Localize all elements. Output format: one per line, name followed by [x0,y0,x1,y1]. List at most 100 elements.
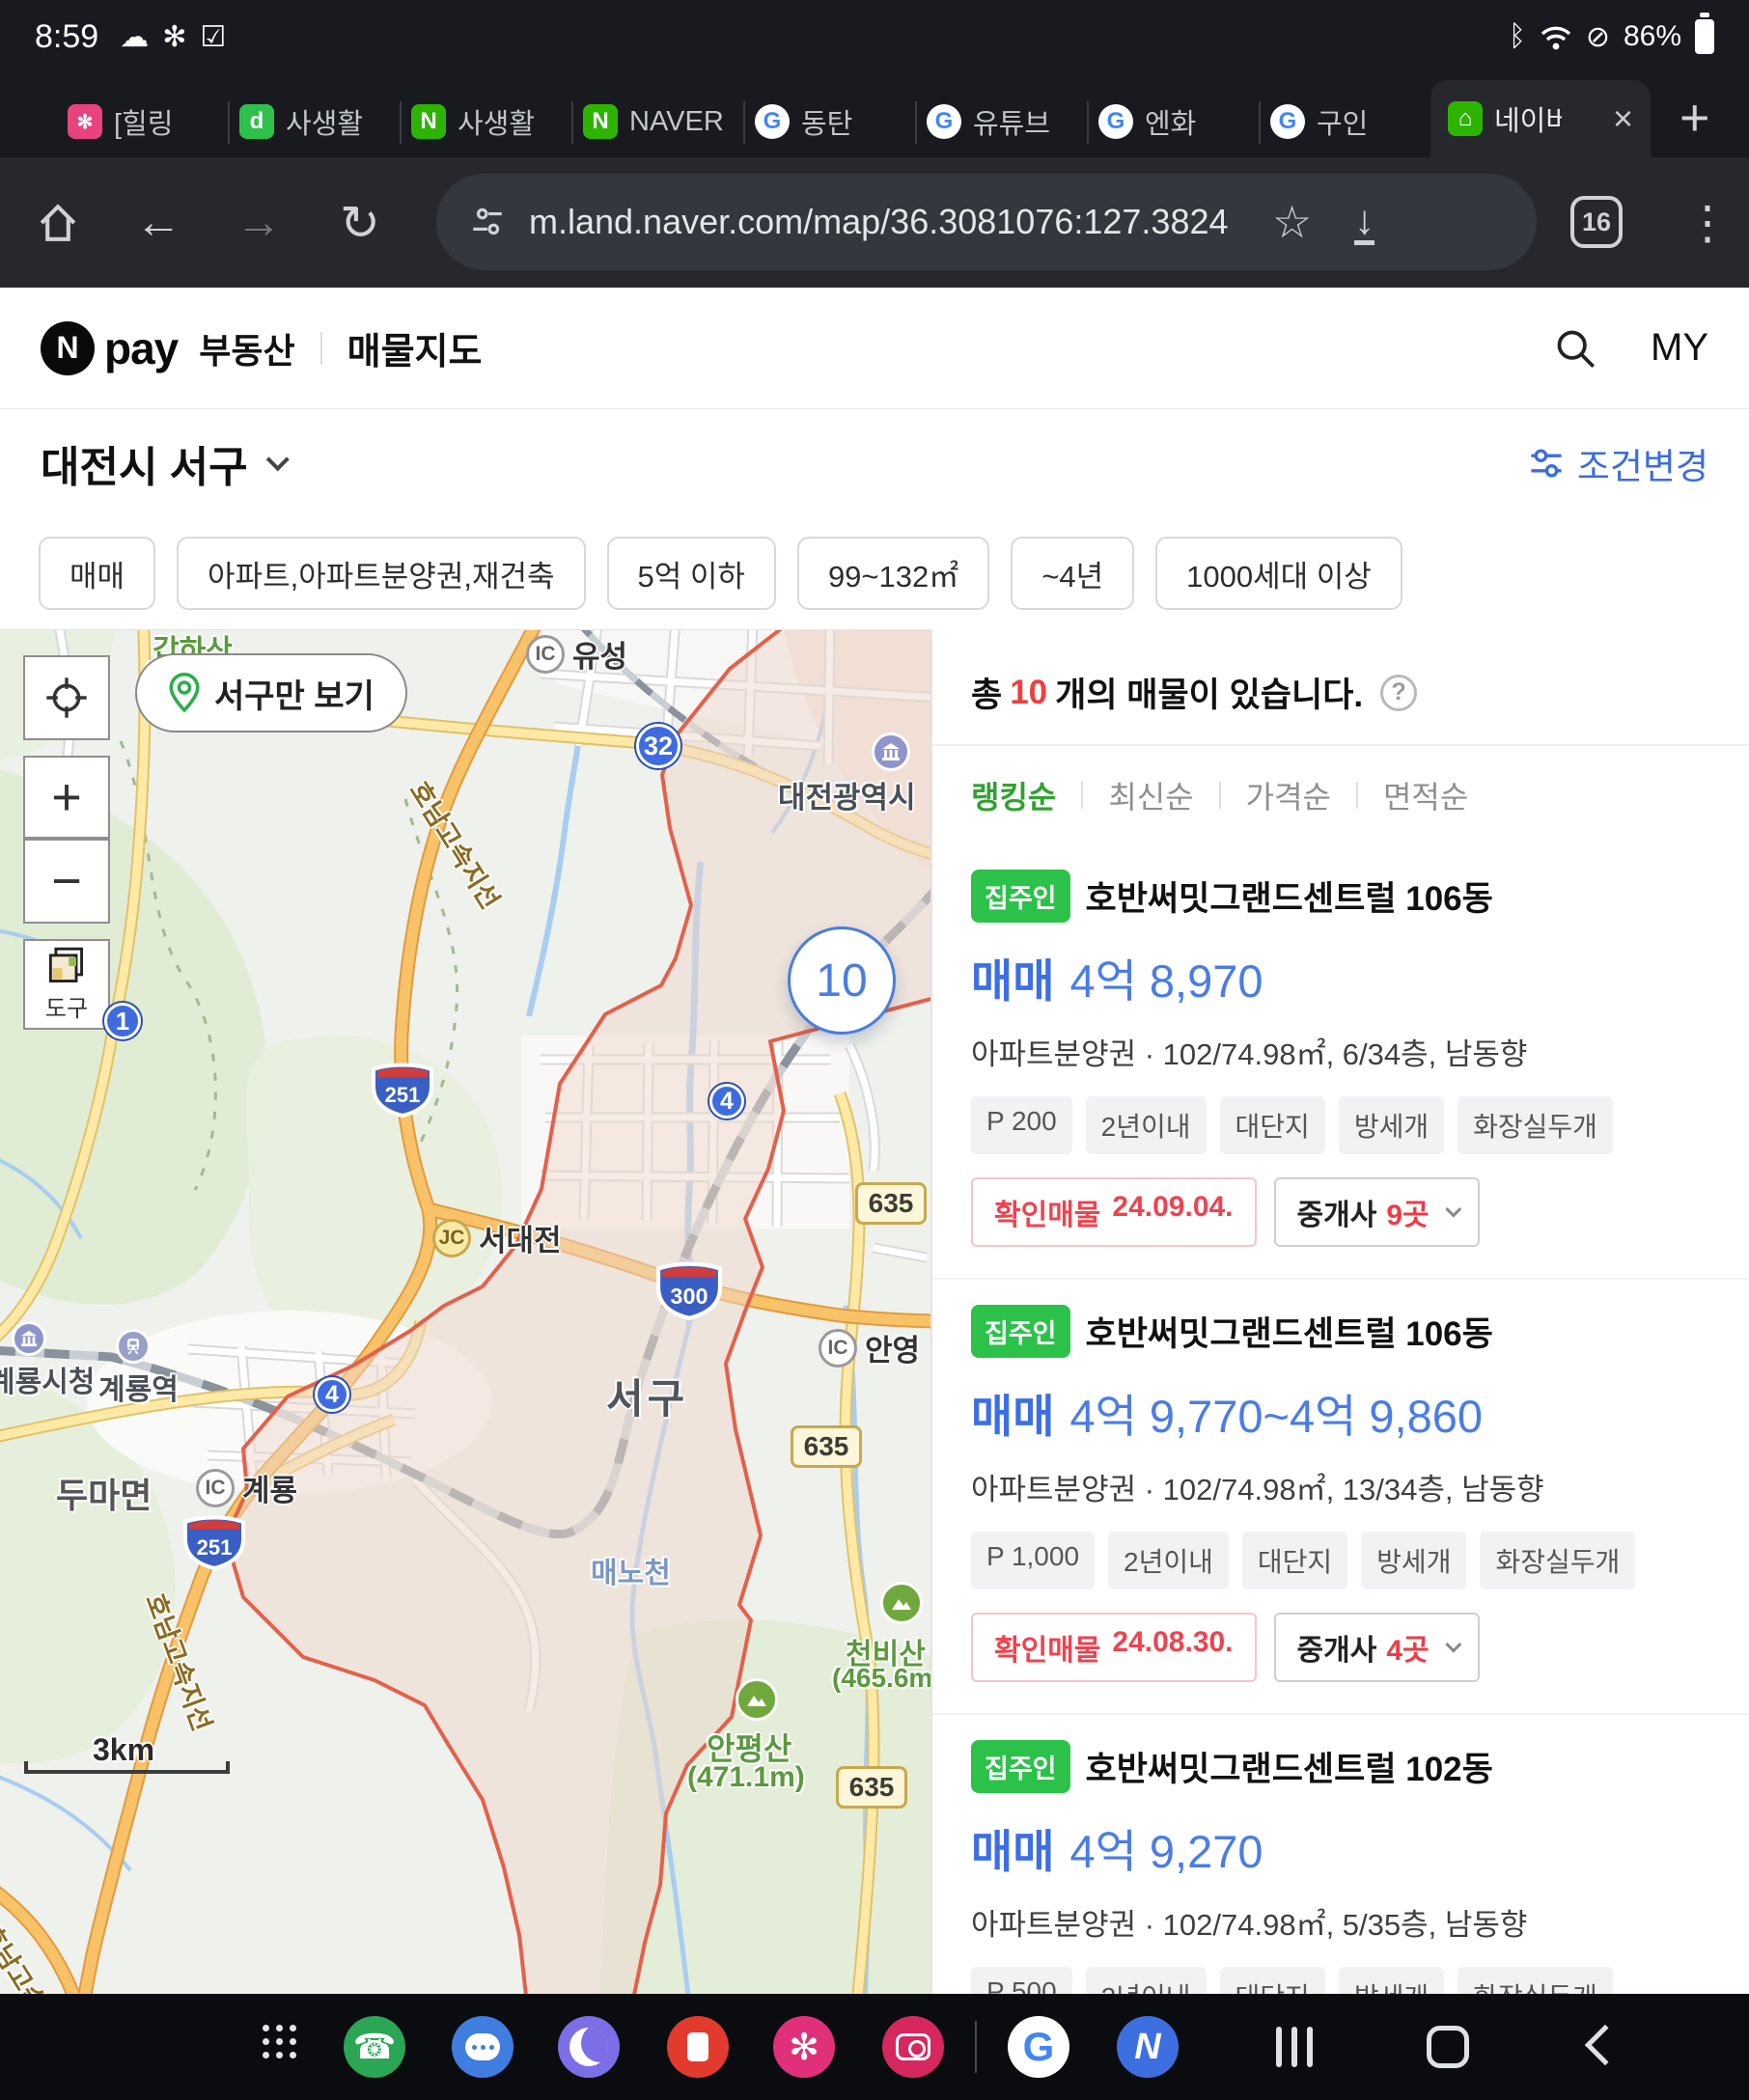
sort-newest[interactable]: 최신순 [1108,773,1193,817]
tag: P 500 [971,1967,1072,1994]
google-app-icon[interactable]: G [1008,2016,1069,2078]
samsung-internet-app-icon[interactable] [558,2016,620,2078]
listings-panel: 총 10 개의 매물이 있습니다. ? 랭킹순 최신순 가격순 면적순 집주인 … [930,629,1749,1994]
chip-trade-type[interactable]: 매매 [39,537,155,610]
route-badge-635: 635 [836,1766,907,1809]
confirm-date: 24.09.04. [1112,1191,1233,1233]
confirm-date: 24.08.30. [1112,1626,1233,1669]
zoom-out-button[interactable]: − [23,839,110,924]
tag: 방세개 [1361,1532,1466,1589]
help-icon[interactable]: ? [1380,675,1417,711]
agents-dropdown[interactable]: 중개사 9곳 [1274,1177,1480,1247]
chevron-down-icon [1445,1202,1461,1218]
home-icon[interactable] [35,157,81,288]
tab-naver[interactable]: N NAVER [573,86,743,157]
tab-privacy-d[interactable]: d 사생활 [230,86,400,157]
listing-cluster-marker[interactable]: 10 [788,926,896,1035]
battery-percent: 86% [1624,20,1681,53]
status-bar: 8:59 ☁ ✻ ☑ ᛒ ⊘ 86% [0,0,1749,73]
search-icon[interactable] [1554,327,1596,370]
tab-jobs[interactable]: G 구인 [1261,86,1430,157]
trade-type: 매매 [971,1814,1054,1881]
tab-switcher-button[interactable]: 16 [1570,196,1623,248]
tag: P 1,000 [971,1532,1095,1589]
phone-app-icon[interactable]: ☎ [344,2016,405,2078]
tab-yen[interactable]: G 엔화 [1089,86,1259,157]
mountain-peak-icon [880,1582,923,1624]
panel-header: 총 10 개의 매물이 있습니다. ? [932,629,1749,746]
content-split: 갑하산 (468.7m) 서구만 보기 + − 도구 IC 유성 [0,629,1749,1994]
nav-divider [975,2021,977,2073]
owner-badge: 집주인 [971,1305,1070,1358]
service-icon: ✻ [162,20,186,54]
recents-button[interactable] [1276,2027,1313,2067]
listing-card[interactable]: 집주인 호반써밋그랜드센트럴 106동 매매 4억 9,770~4억 9,860… [932,1280,1749,1715]
tag-row: P 500 2년이내 대단지 방세개 화장실두개 [971,1967,1710,1994]
sort-area[interactable]: 면적순 [1383,773,1468,817]
messages-app-icon[interactable] [452,2016,514,2078]
sort-row: 랭킹순 최신순 가격순 면적순 [932,746,1749,844]
tab-favicon: ✻ [68,104,102,139]
chip-age[interactable]: ~4년 [1011,537,1134,610]
browser-tab-strip: ✻ [힐링 d 사생활 N 사생활 N NAVER G 동탄 G 유튜브 G 엔… [0,73,1749,157]
city-label-daejeon: 대전광역시 [778,773,916,816]
listing-card[interactable]: 집주인 호반써밋그랜드센트럴 106동 매매 4억 8,970 아파트분양권 ·… [932,844,1749,1280]
tab-favicon: ⌂ [1448,101,1483,136]
tab-naver-land-active[interactable]: ⌂ 네이버 × [1430,80,1651,157]
chevron-down-icon [1445,1637,1461,1653]
tag: 대단지 [1220,1967,1325,1994]
camera-app-icon[interactable] [882,2016,944,2078]
back-icon[interactable]: ← [135,157,181,288]
naver-land-app-icon[interactable]: N [1117,2016,1179,2078]
sort-price[interactable]: 가격순 [1246,773,1331,817]
ic-gyeryong: IC 계룡 [196,1466,297,1509]
site-settings-icon[interactable] [469,204,506,240]
url-text[interactable]: m.land.naver.com/map/36.3081076:127.3824 [529,202,1263,242]
bookmark-star-icon[interactable]: ☆ [1272,196,1312,248]
view-district-only-button[interactable]: 서구만 보기 [135,653,407,732]
tag: 대단지 [1220,1096,1325,1154]
red-app-icon[interactable] [667,2016,729,2078]
listing-card[interactable]: 집주인 호반써밋그랜드센트럴 102동 매매 4억 9,270 아파트분양권 ·… [932,1715,1749,1994]
app-drawer-icon[interactable] [263,2025,297,2059]
menu-kebab-icon[interactable]: ⋮ [1684,157,1731,288]
chip-households[interactable]: 1000세대 이상 [1155,537,1402,610]
tab-dongtan[interactable]: G 동탄 [745,86,915,157]
tag: 방세개 [1339,1096,1444,1154]
reload-icon[interactable]: ↻ [340,157,380,288]
close-tab-icon[interactable]: × [1613,98,1633,139]
expressway-shield-300: 300 [653,1258,725,1320]
listing-title: 호반써밋그랜드센트럴 102동 [1086,1742,1493,1791]
naver-pay-logo[interactable]: N [41,321,95,375]
my-menu[interactable]: MY [1651,326,1708,370]
flower-app-icon[interactable]: ✻ [773,2016,835,2078]
chip-property-type[interactable]: 아파트,아파트분양권,재건축 [177,537,585,610]
agents-dropdown[interactable]: 중개사 4곳 [1274,1613,1480,1682]
tab-healing[interactable]: ✻ [힐링 [58,86,228,157]
listing-detail: 아파트분양권 · 102/74.98㎡, 13/34층, 남동향 [971,1465,1710,1508]
listing-price: 4억 9,270 [1069,1814,1263,1881]
condition-change-button[interactable]: 조건변경 [1527,437,1708,489]
map-viewport[interactable]: 갑하산 (468.7m) 서구만 보기 + − 도구 IC 유성 [0,629,930,1994]
tag-row: P 1,000 2년이내 대단지 방세개 화장실두개 [971,1532,1710,1589]
home-button[interactable] [1427,2026,1469,2068]
url-bar[interactable]: m.land.naver.com/map/36.3081076:127.3824… [436,174,1537,270]
sort-ranking[interactable]: 랭킹순 [971,773,1056,817]
map-tools-button[interactable]: 도구 [23,939,110,1030]
forward-icon[interactable]: → [236,157,282,288]
back-button[interactable] [1585,2025,1625,2065]
svg-text:300: 300 [670,1284,708,1309]
download-icon[interactable]: ↓ [1354,200,1374,245]
locate-me-button[interactable] [23,655,110,740]
chip-area[interactable]: 99~132㎡ [797,537,989,610]
zoom-in-button[interactable]: + [23,756,110,839]
new-tab-button[interactable]: + [1680,88,1710,148]
chip-price[interactable]: 5억 이하 [607,537,776,610]
tag-row: P 200 2년이내 대단지 방세개 화장실두개 [971,1096,1710,1154]
region-selector[interactable]: 대전시 서구 [41,432,282,494]
tab-favicon: G [1098,104,1133,139]
tab-youtube[interactable]: G 유튜브 [917,86,1087,157]
tab-privacy-n[interactable]: N 사생활 [402,86,571,157]
service-name[interactable]: 부동산 [199,323,294,373]
poi-label-station: 계룡역 [98,1366,179,1408]
